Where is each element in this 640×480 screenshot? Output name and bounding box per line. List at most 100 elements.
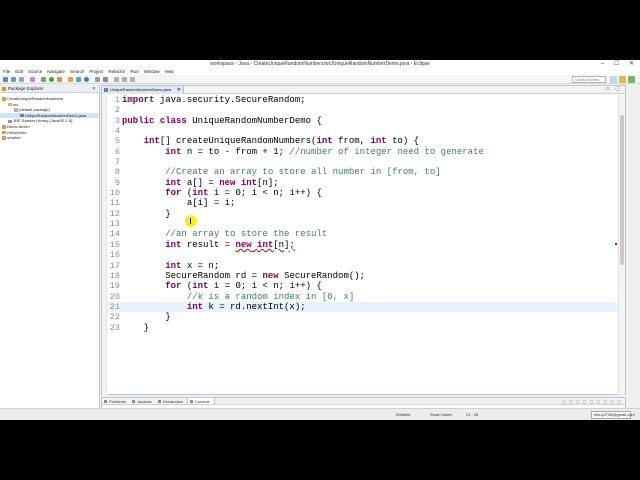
code-line: 5 int[] createUniqueRandomNumbers(int fr… <box>108 136 620 146</box>
quick-access-field[interactable]: Quick Access <box>572 76 606 83</box>
project-folder-icon <box>2 136 6 140</box>
line-number: 13 <box>109 219 120 230</box>
package-explorer-tab[interactable]: Package Explorer ✕ <box>0 85 99 93</box>
menu-file[interactable]: File <box>3 68 10 75</box>
vertical-scrollbar[interactable] <box>618 95 625 395</box>
code-token: class <box>159 115 187 126</box>
tree-item-newline[interactable]: newline <box>0 135 99 141</box>
menu-edit[interactable]: Edit <box>15 68 23 75</box>
save-icon[interactable] <box>11 77 16 82</box>
tab-javadoc[interactable]: Javadoc <box>130 398 156 404</box>
code-token: k = rd.nextInt(x); <box>203 301 306 312</box>
code-token: for <box>165 188 182 199</box>
new-package-icon[interactable] <box>76 77 81 82</box>
line-number: 9 <box>114 177 120 188</box>
code-token: int <box>165 239 182 250</box>
menu-search[interactable]: Search <box>70 68 84 75</box>
package-explorer: Package Explorer ✕ CreateUniqueRandomNum… <box>0 85 100 415</box>
close-icon[interactable]: ✕ <box>177 86 181 94</box>
code-token: int <box>165 177 182 188</box>
error-marker[interactable] <box>615 243 617 245</box>
label: (default package) <box>19 107 50 113</box>
code-line: 3 public class UniqueRandomNumberDemo { <box>108 116 620 126</box>
close-icon[interactable]: ✕ <box>92 85 96 93</box>
maximize-icon[interactable]: ▭ ▢ <box>605 86 622 92</box>
line-number: 1 <box>114 95 120 105</box>
code-token: i = 0; i < n; i++) { <box>208 281 322 292</box>
console-toolbar-icons[interactable]: ▢ ▢ ▢ ▢ ▢ ▢ ▢ ▢ ▢ <box>562 399 622 404</box>
status-writable: Writable <box>396 412 411 417</box>
menu-window[interactable]: Window <box>144 68 160 75</box>
menu-project[interactable]: Project <box>89 68 103 75</box>
open-type-icon[interactable] <box>95 77 100 82</box>
code-token: ( <box>181 281 193 292</box>
code-token: SecureRandom rd = new SecureRandom(); <box>122 271 365 281</box>
open-perspective-icon[interactable] <box>610 76 617 83</box>
code-line: 4 <box>108 126 620 136</box>
window-title: workspace - Java - CreateUniqueRandomNum… <box>210 61 430 67</box>
code-token: int <box>192 281 209 292</box>
code-token: new <box>262 270 279 281</box>
tab-problems[interactable]: Problems <box>102 398 130 404</box>
code-token: //an array to store the result <box>122 229 327 239</box>
editor-tab-label: UniqueRandomNumberDemo.java <box>110 87 172 92</box>
menu-help[interactable]: Help <box>165 68 174 75</box>
code-token: to) { <box>386 136 420 147</box>
code-token: int[] createUniqueRandomNumbers(int from… <box>122 136 419 146</box>
new-class-icon[interactable] <box>84 77 89 82</box>
code-token: int <box>370 136 387 147</box>
menu-navigate[interactable]: Navigate <box>47 68 65 75</box>
line-number: 20 <box>109 291 120 302</box>
save-all-icon[interactable] <box>19 77 24 82</box>
source-folder-icon <box>8 102 12 107</box>
menu-refactor[interactable]: Refactor <box>108 68 125 75</box>
tab-declaration[interactable]: Declaration <box>156 398 187 404</box>
code-lines[interactable]: 1 import java.security.SecureRandom; 2 3p… <box>108 95 620 395</box>
code-token: int k = rd.nextInt(x); <box>122 302 306 312</box>
window-controls[interactable]: – ☐ ✕ <box>601 60 638 68</box>
code-token: import java.security.SecureRandom; <box>122 95 306 105</box>
code-token: int result = new int[n]; <box>122 240 295 250</box>
code-token: int <box>240 177 258 188</box>
run-icon[interactable] <box>49 77 54 82</box>
menu-source[interactable]: Source <box>28 68 42 75</box>
code-line: 7 <box>108 157 620 167</box>
code-token: public <box>122 115 155 126</box>
code-token: //an array to store the result <box>165 229 328 240</box>
code-token: new <box>219 177 236 188</box>
problems-icon <box>104 400 107 403</box>
line-number: 21 <box>109 301 120 312</box>
line-number: 17 <box>109 260 120 271</box>
code-token: //number of integer need to generate <box>289 146 484 157</box>
code-token: } <box>122 312 171 323</box>
menu-run[interactable]: Run <box>130 68 138 75</box>
debug-perspective-icon[interactable] <box>628 76 635 83</box>
scrollbar-thumb[interactable] <box>620 115 624 265</box>
external-tools-icon[interactable] <box>57 77 62 82</box>
search-icon[interactable] <box>103 77 108 82</box>
code-token: } <box>165 312 171 323</box>
back-icon[interactable] <box>122 77 127 82</box>
label: CreateUniqueRandomNumbers <box>7 96 64 101</box>
line-number: 6 <box>114 146 120 157</box>
code-line: 19 for (int i = 0; i < n; i++) { <box>108 281 620 291</box>
code-editor[interactable]: UniqueRandomNumberDemo.java ✕ ▭ ▢ 1 impor… <box>101 85 626 395</box>
debug-skip-icon[interactable] <box>30 77 35 82</box>
debug-icon[interactable] <box>41 77 46 82</box>
declaration-icon <box>157 400 161 403</box>
code-token: int <box>186 301 204 312</box>
code-token: int <box>143 136 160 147</box>
next-annotation-icon[interactable] <box>114 77 119 82</box>
package-explorer-icon <box>2 87 6 91</box>
console-icon <box>190 400 194 403</box>
line-number: 5 <box>114 136 120 147</box>
forward-icon[interactable] <box>130 77 135 82</box>
new-java-project-icon[interactable] <box>68 77 73 82</box>
editor-tab-file[interactable]: UniqueRandomNumberDemo.java ✕ <box>102 86 184 94</box>
new-icon[interactable] <box>3 77 8 82</box>
code-line: 18 SecureRandom rd = new SecureRandom(); <box>108 271 620 281</box>
menu-bar: File Edit Source Navigate Search Project… <box>0 68 640 75</box>
java-perspective-icon[interactable] <box>619 76 626 83</box>
tab-console[interactable]: Console <box>187 398 215 404</box>
code-token: new int[n]; <box>235 240 294 250</box>
